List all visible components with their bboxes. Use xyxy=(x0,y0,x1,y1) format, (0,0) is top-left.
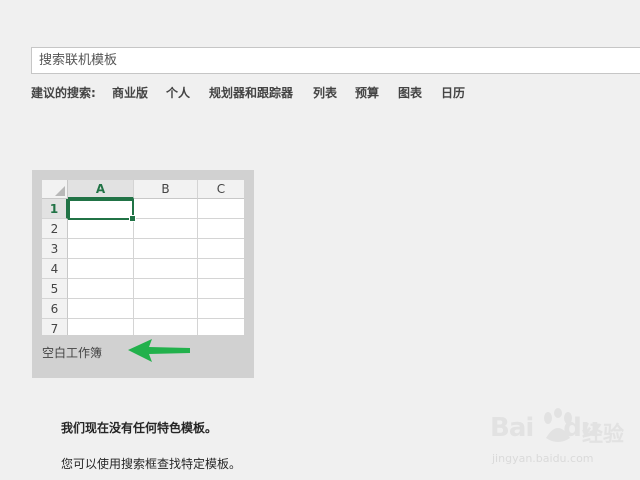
watermark-url: jingyan.baidu.com xyxy=(492,452,594,465)
search-input[interactable]: 搜索联机模板 xyxy=(31,47,640,74)
cell-c7 xyxy=(198,319,244,335)
no-featured-templates-message: 我们现在没有任何特色模板。 xyxy=(61,421,218,435)
cell-b5 xyxy=(134,279,198,299)
row-header-4: 4 xyxy=(42,259,68,279)
suggestion-link-lists[interactable]: 列表 xyxy=(313,84,337,102)
cell-b6 xyxy=(134,299,198,319)
baidu-jingyan-watermark: Bai du 经验 jingyan.baidu.com xyxy=(488,408,636,472)
cell-b2 xyxy=(134,219,198,239)
cell-c1 xyxy=(198,199,244,219)
watermark-jingyan: 经验 xyxy=(582,422,624,446)
cell-c4 xyxy=(198,259,244,279)
cell-c2 xyxy=(198,219,244,239)
cell-a3 xyxy=(68,239,134,259)
blank-workbook-template[interactable]: A B C 1 2 3 4 5 6 7 空白工作簿 xyxy=(32,170,254,378)
fill-handle xyxy=(129,215,136,222)
select-all-corner xyxy=(42,180,68,199)
row-header-3: 3 xyxy=(42,239,68,259)
suggestion-link-personal[interactable]: 个人 xyxy=(166,84,190,102)
cell-b7 xyxy=(134,319,198,335)
column-header-b: B xyxy=(134,180,198,199)
suggestion-link-calendars[interactable]: 日历 xyxy=(441,84,465,102)
search-placeholder: 搜索联机模板 xyxy=(39,53,118,68)
cell-c5 xyxy=(198,279,244,299)
row-header-6: 6 xyxy=(42,299,68,319)
row-header-1: 1 xyxy=(42,199,68,219)
cell-a6 xyxy=(68,299,134,319)
annotation-arrow-icon xyxy=(128,339,190,362)
selected-cell-a1 xyxy=(68,199,136,222)
column-header-a: A xyxy=(68,180,134,199)
suggestion-link-charts[interactable]: 图表 xyxy=(398,84,422,102)
suggestion-link-business[interactable]: 商业版 xyxy=(112,84,148,102)
suggestion-link-planners[interactable]: 规划器和跟踪器 xyxy=(209,84,293,102)
cell-a2 xyxy=(68,219,134,239)
row-header-5: 5 xyxy=(42,279,68,299)
cell-c3 xyxy=(198,239,244,259)
cell-b4 xyxy=(134,259,198,279)
suggestion-link-budgets[interactable]: 预算 xyxy=(355,84,379,102)
watermark-brand-part1: Bai xyxy=(490,413,534,443)
cell-c6 xyxy=(198,299,244,319)
cell-b3 xyxy=(134,239,198,259)
template-name: 空白工作簿 xyxy=(42,346,103,360)
column-header-c: C xyxy=(198,180,244,199)
search-hint-message: 您可以使用搜索框查找特定模板。 xyxy=(61,457,242,471)
row-header-2: 2 xyxy=(42,219,68,239)
cell-b1 xyxy=(134,199,198,219)
cell-a4 xyxy=(68,259,134,279)
row-header-7: 7 xyxy=(42,319,68,335)
suggested-searches-label: 建议的搜索: xyxy=(31,86,96,100)
cell-a7 xyxy=(68,319,134,335)
template-thumbnail: A B C 1 2 3 4 5 6 7 xyxy=(42,180,244,335)
cell-a5 xyxy=(68,279,134,299)
